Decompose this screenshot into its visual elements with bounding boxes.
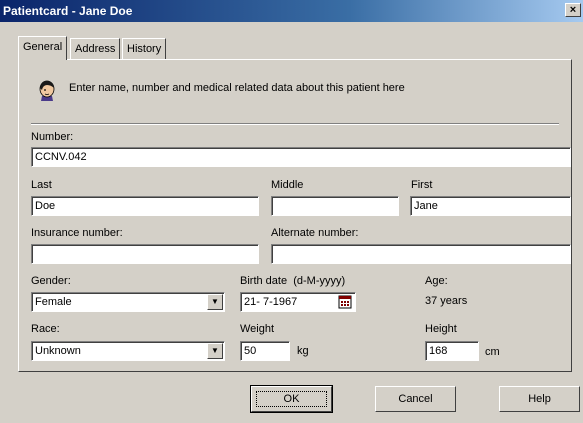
gender-select[interactable]: Female ▼ xyxy=(31,292,225,312)
cancel-button[interactable]: Cancel xyxy=(375,386,456,412)
general-panel: Enter name, number and medical related d… xyxy=(18,59,572,372)
tab-address[interactable]: Address xyxy=(70,38,121,59)
focus-rectangle xyxy=(256,391,327,407)
birth-date-field[interactable]: 21- 7-1967 xyxy=(240,292,356,312)
ok-button[interactable]: OK xyxy=(250,385,333,413)
alternate-number-field[interactable] xyxy=(271,244,571,264)
gender-value: Female xyxy=(35,296,72,308)
chevron-down-icon[interactable]: ▼ xyxy=(207,294,223,310)
separator xyxy=(31,123,559,125)
number-label: Number: xyxy=(31,131,74,143)
middle-name-field[interactable] xyxy=(271,196,399,216)
calendar-icon[interactable] xyxy=(338,295,352,309)
weight-unit: kg xyxy=(297,345,309,357)
intro-text: Enter name, number and medical related d… xyxy=(69,82,405,94)
help-button[interactable]: Help xyxy=(499,386,580,412)
tab-history[interactable]: History xyxy=(122,38,167,59)
close-icon[interactable]: × xyxy=(565,3,581,17)
weight-label: Weight xyxy=(240,323,275,335)
window-title: Patientcard - Jane Doe xyxy=(3,4,133,18)
gender-label: Gender: xyxy=(31,275,71,287)
chevron-down-icon[interactable]: ▼ xyxy=(207,343,223,359)
last-label: Last xyxy=(31,179,52,191)
height-unit: cm xyxy=(485,346,500,358)
insurance-label: Insurance number: xyxy=(31,227,123,239)
tab-general[interactable]: General xyxy=(18,36,68,60)
insurance-number-field[interactable] xyxy=(31,244,259,264)
birth-date-label-text: Birth date xyxy=(240,275,288,287)
weight-field[interactable]: 50 xyxy=(240,341,290,361)
age-label: Age: xyxy=(425,275,448,287)
first-name-field[interactable]: Jane xyxy=(410,196,571,216)
window-titlebar: Patientcard - Jane Doe × xyxy=(0,0,583,22)
race-value: Unknown xyxy=(35,345,81,357)
height-label: Height xyxy=(425,323,457,335)
last-name-field[interactable]: Doe xyxy=(31,196,259,216)
first-label: First xyxy=(411,179,433,191)
birth-date-label: Birth date (d-M-yyyy) xyxy=(240,275,345,287)
patient-head-icon xyxy=(37,79,57,103)
height-field[interactable]: 168 xyxy=(425,341,479,361)
alternate-label: Alternate number: xyxy=(271,227,359,239)
race-select[interactable]: Unknown ▼ xyxy=(31,341,225,361)
middle-label: Middle xyxy=(271,179,304,191)
birth-date-value: 21- 7-1967 xyxy=(244,296,298,308)
birth-date-format: (d-M-yyyy) xyxy=(293,275,346,287)
number-field[interactable]: CCNV.042 xyxy=(31,147,571,167)
race-label: Race: xyxy=(31,323,60,335)
age-value: 37 years xyxy=(425,295,468,307)
